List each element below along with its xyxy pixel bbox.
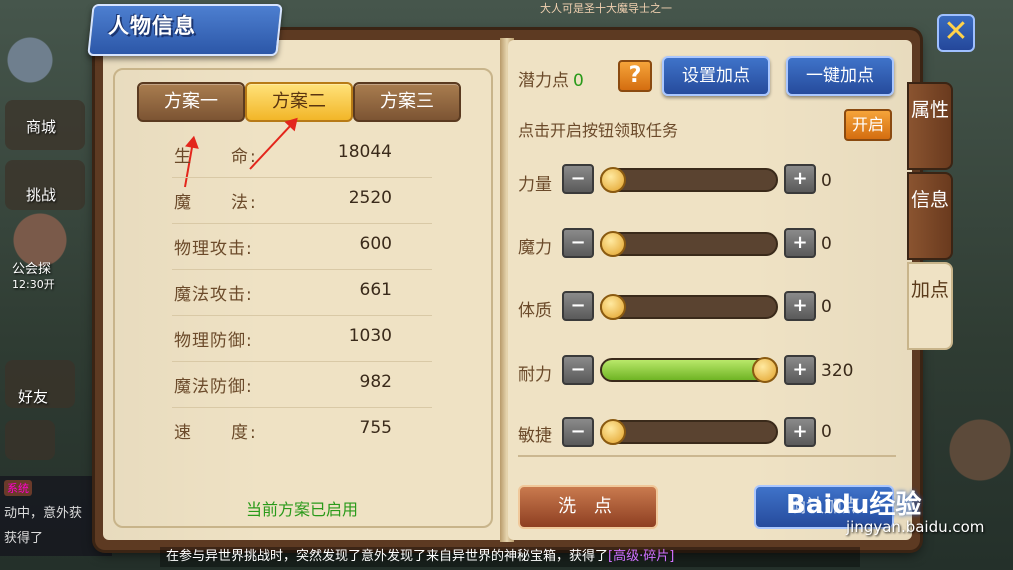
decrease-strength-button[interactable]: −: [562, 164, 594, 194]
slider-knob[interactable]: [600, 231, 626, 257]
ticker-text: 在参与异世界挑战时，突然发现了意外发现了来自异世界的神秘宝箱，获得了: [166, 549, 609, 564]
attr-value-strength: 0: [821, 171, 832, 191]
attr-label-agility: 敏捷: [518, 426, 552, 446]
tab-info[interactable]: 信息: [907, 172, 953, 260]
magic-slider[interactable]: [600, 232, 778, 256]
stat-label: 物理防御:: [174, 331, 253, 351]
panel-title: 人物信息: [108, 14, 196, 38]
attr-value-magic: 0: [821, 234, 832, 254]
tab-add-points[interactable]: 加点: [907, 262, 953, 350]
stat-value: 755: [359, 418, 392, 438]
chat-line: 动中，意外获: [4, 506, 83, 521]
increase-constitution-button[interactable]: +: [784, 291, 816, 321]
stat-row-mp: 魔 法: 2520: [172, 178, 432, 224]
increase-endurance-button[interactable]: +: [784, 355, 816, 385]
attr-value-endurance: 320: [821, 361, 854, 381]
stat-label: 魔 法:: [174, 193, 258, 213]
help-button[interactable]: ?: [618, 60, 652, 92]
attr-value-agility: 0: [821, 422, 832, 442]
stat-value: 2520: [348, 188, 392, 208]
event-time: 12:30开: [12, 278, 55, 291]
ticker-highlight: [高级·碎片]: [608, 549, 675, 564]
potential-label: 潜力点: [518, 71, 569, 91]
slider-knob[interactable]: [752, 357, 778, 383]
stat-row-magic-attack: 魔法攻击: 661: [172, 270, 432, 316]
stat-row-speed: 速 度: 755: [172, 408, 432, 454]
stat-label: 魔法防御:: [174, 377, 253, 397]
attr-label-magic: 魔力: [518, 238, 552, 258]
baidu-watermark: Baidu经验: [786, 490, 922, 520]
plan-tab-2[interactable]: 方案二: [245, 82, 353, 122]
stat-value: 982: [359, 372, 392, 392]
slider-knob[interactable]: [600, 419, 626, 445]
section-divider: [518, 455, 896, 457]
stat-label: 速 度:: [174, 423, 258, 443]
increase-magic-button[interactable]: +: [784, 228, 816, 258]
plan-status-text: 当前方案已启用: [245, 500, 358, 519]
stat-row-physical-defense: 物理防御: 1030: [172, 316, 432, 362]
agility-slider[interactable]: [600, 420, 778, 444]
stat-value: 600: [359, 234, 392, 254]
stat-row-magic-defense: 魔法防御: 982: [172, 362, 432, 408]
chat-icon[interactable]: [5, 420, 55, 460]
increase-strength-button[interactable]: +: [784, 164, 816, 194]
slider-knob[interactable]: [600, 294, 626, 320]
close-button[interactable]: ✕: [937, 14, 975, 52]
stat-value: 661: [359, 280, 392, 300]
task-hint: 点击开启按钮领取任务: [518, 121, 679, 140]
stat-value: 18044: [337, 142, 392, 162]
stat-label: 物理攻击:: [174, 239, 253, 259]
system-ticker: 在参与异世界挑战时，突然发现了意外发现了来自异世界的神秘宝箱，获得了[高级·碎片…: [160, 547, 860, 567]
attr-label-endurance: 耐力: [518, 365, 552, 385]
decrease-endurance-button[interactable]: −: [562, 355, 594, 385]
reset-points-button[interactable]: 洗 点: [518, 485, 658, 529]
decrease-magic-button[interactable]: −: [562, 228, 594, 258]
plan-tab-3[interactable]: 方案三: [353, 82, 461, 122]
slider-knob[interactable]: [600, 167, 626, 193]
shop-label: 商城: [26, 118, 57, 136]
stat-label: 生 命:: [174, 147, 258, 167]
attr-label-strength: 力量: [518, 175, 552, 195]
slider-fill: [602, 360, 776, 380]
stat-label: 魔法攻击:: [174, 285, 253, 305]
guild-label: 公会探: [12, 262, 52, 277]
stat-value: 1030: [348, 326, 392, 346]
potential-points: 潜力点 0: [518, 66, 584, 91]
tab-attributes[interactable]: 属性: [907, 82, 953, 170]
decrease-agility-button[interactable]: −: [562, 417, 594, 447]
potential-value: 0: [573, 71, 584, 91]
set-points-button[interactable]: 设置加点: [662, 56, 770, 96]
decrease-constitution-button[interactable]: −: [562, 291, 594, 321]
chat-system-tag: 系统: [4, 480, 32, 496]
strength-slider[interactable]: [600, 168, 778, 192]
watermark-url: jingyan.baidu.com: [846, 518, 985, 536]
open-task-button[interactable]: 开启: [844, 109, 892, 141]
top-notice: 大人可是圣十大魔导士之一: [540, 2, 672, 15]
stat-row-hp: 生 命: 18044: [172, 132, 432, 178]
challenge-label: 挑战: [26, 186, 57, 204]
attr-label-constitution: 体质: [518, 301, 552, 321]
constitution-slider[interactable]: [600, 295, 778, 319]
attr-value-constitution: 0: [821, 297, 832, 317]
auto-points-button[interactable]: 一键加点: [786, 56, 894, 96]
friends-label: 好友: [18, 388, 49, 406]
stat-row-physical-attack: 物理攻击: 600: [172, 224, 432, 270]
chat-line: 获得了: [4, 531, 44, 546]
increase-agility-button[interactable]: +: [784, 417, 816, 447]
plan-tab-1[interactable]: 方案一: [137, 82, 245, 122]
